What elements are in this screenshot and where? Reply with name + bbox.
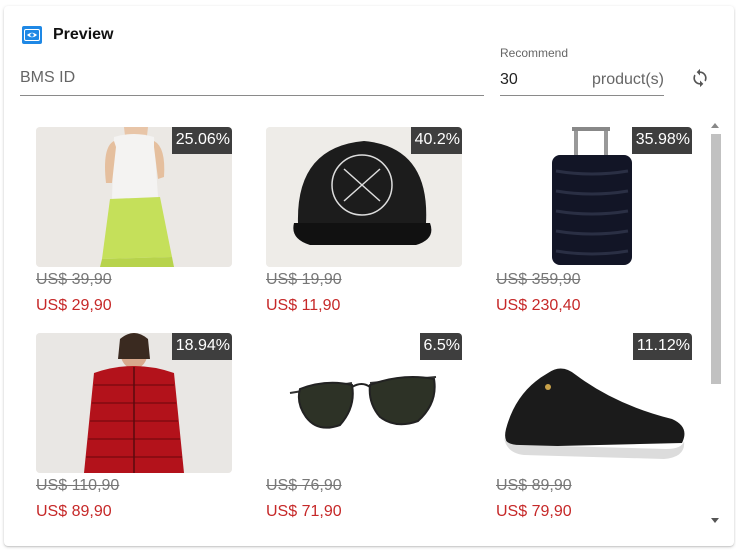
discount-badge: 11.12%: [632, 333, 692, 360]
old-price: US$ 110,90: [36, 477, 120, 494]
old-price: US$ 76,90: [266, 477, 342, 494]
discount-badge: 35.98%: [631, 127, 692, 154]
old-price: US$ 359,90: [496, 271, 581, 288]
recommend-input[interactable]: [500, 65, 570, 94]
scroll-down-arrow[interactable]: [710, 516, 720, 526]
new-price: US$ 29,90: [36, 297, 112, 314]
preview-card: Preview Recommend product(s): [4, 6, 734, 546]
new-price: US$ 71,90: [266, 503, 342, 520]
old-price: US$ 89,90: [496, 477, 572, 494]
refresh-button[interactable]: [684, 62, 716, 94]
recommend-label: Recommend: [500, 46, 569, 60]
new-price: US$ 79,90: [496, 503, 572, 520]
preview-header: Preview: [22, 24, 113, 46]
new-price: US$ 89,90: [36, 503, 112, 520]
product-card[interactable]: 25.06% US$ 39,90 US$ 29,90: [36, 127, 232, 327]
refresh-icon: [693, 68, 707, 88]
new-price: US$ 11,90: [266, 297, 341, 314]
discount-badge: 18.94%: [171, 333, 232, 360]
recommend-field[interactable]: product(s): [500, 64, 664, 96]
bms-id-field[interactable]: [20, 64, 484, 96]
product-grid: 25.06% US$ 39,90 US$ 29,90 40.2% US$ 19,…: [20, 112, 706, 524]
discount-badge: 25.06%: [171, 127, 232, 154]
discount-badge: 40.2%: [410, 127, 462, 154]
product-image[interactable]: 25.06%: [36, 127, 232, 267]
scroll-thumb[interactable]: [711, 134, 721, 384]
product-card[interactable]: 18.94% US$ 110,90 US$ 89,90: [36, 333, 232, 524]
new-price: US$ 230,40: [496, 297, 581, 314]
product-image[interactable]: 6.5%: [266, 333, 462, 473]
scrollbar[interactable]: [708, 118, 722, 526]
scroll-up-arrow[interactable]: [710, 120, 720, 130]
discount-badge: 6.5%: [419, 333, 462, 360]
bms-id-input[interactable]: [20, 64, 484, 92]
product-image[interactable]: 35.98%: [496, 127, 692, 267]
product-card[interactable]: 40.2% US$ 19,90 US$ 11,90: [266, 127, 462, 327]
product-image[interactable]: 40.2%: [266, 127, 462, 267]
page-title: Preview: [53, 26, 114, 43]
product-card[interactable]: 35.98% US$ 359,90 US$ 230,40: [496, 127, 692, 327]
product-image[interactable]: 11.12%: [496, 333, 692, 473]
product-image[interactable]: 18.94%: [36, 333, 232, 473]
old-price: US$ 39,90: [36, 271, 112, 288]
recommend-suffix: product(s): [591, 70, 664, 88]
product-card[interactable]: 11.12% US$ 89,90 US$ 79,90: [496, 333, 692, 524]
old-price: US$ 19,90: [266, 271, 342, 288]
eye-icon: [22, 26, 42, 44]
product-card[interactable]: 6.5% US$ 76,90 US$ 71,90: [266, 333, 462, 524]
